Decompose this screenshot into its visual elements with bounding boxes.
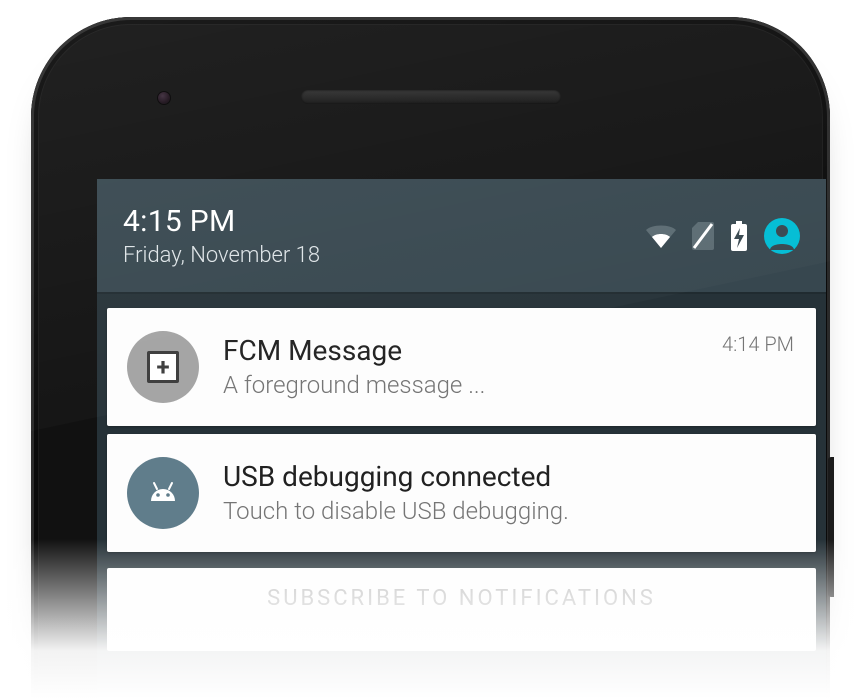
- notification-body: Touch to disable USB debugging.: [223, 497, 782, 525]
- status-icons: [646, 218, 800, 254]
- phone-screen: 4:15 PM Friday, November 18: [97, 179, 826, 699]
- android-head-icon: [127, 457, 199, 529]
- stage: 4:15 PM Friday, November 18: [0, 0, 860, 699]
- notification-text: FCM Message A foreground message ...: [223, 335, 710, 399]
- notification-body: A foreground message ...: [223, 371, 710, 399]
- shade-separator: [97, 292, 826, 300]
- wifi-icon: [646, 224, 676, 248]
- front-camera: [157, 91, 171, 105]
- notification-timestamp: 4:14 PM: [722, 332, 794, 356]
- earpiece-speaker: [301, 90, 561, 104]
- notification-item-fcm[interactable]: + FCM Message A foreground message ... 4…: [107, 308, 816, 426]
- notification-item-usb[interactable]: USB debugging connected Touch to disable…: [107, 434, 816, 552]
- no-sim-icon: [692, 222, 714, 250]
- notification-list: + FCM Message A foreground message ... 4…: [97, 300, 826, 552]
- phone-frame: 4:15 PM Friday, November 18: [31, 17, 830, 699]
- header-datetime: 4:15 PM Friday, November 18: [123, 204, 320, 268]
- profile-avatar-icon[interactable]: [764, 218, 800, 254]
- battery-charging-icon: [730, 221, 748, 251]
- subscribe-button[interactable]: SUBSCRIBE TO NOTIFICATIONS: [107, 568, 816, 651]
- notification-title: USB debugging connected: [223, 461, 782, 493]
- notification-text: USB debugging connected Touch to disable…: [223, 461, 782, 525]
- notification-shade-header[interactable]: 4:15 PM Friday, November 18: [97, 179, 826, 292]
- plus-badge-icon: +: [127, 331, 199, 403]
- notification-title: FCM Message: [223, 335, 710, 367]
- phone-side-button: [828, 457, 834, 597]
- header-time: 4:15 PM: [123, 204, 320, 239]
- header-date: Friday, November 18: [123, 243, 320, 268]
